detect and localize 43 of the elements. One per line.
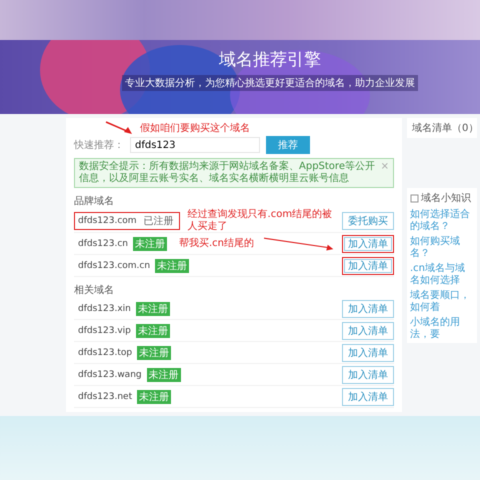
domain-name: dfds123.top [78, 348, 132, 358]
add-to-list-button[interactable]: 加入清单 [342, 256, 394, 274]
tip-link[interactable]: 如何选择适合的域名？ [410, 209, 474, 232]
cart-title: 域名清单（0） [412, 122, 478, 135]
status-tag: 未注册 [155, 258, 190, 272]
domain-name: dfds123.vip [78, 326, 131, 336]
add-to-list-button[interactable]: 委托购买 [342, 212, 394, 230]
domain-name: dfds123.cn [78, 238, 128, 248]
annotation-text: 帮我买.cn结尾的 [178, 238, 254, 250]
add-to-list-button[interactable]: 加入清单 [342, 234, 394, 252]
notice-text: 数据安全提示：所有数据均来源于网站域名备案、AppStore等公开信息，以及阿里云账号实名、域名实名横断横明里云账号信息 [79, 161, 376, 185]
banner-subtitle: 专业大数据分析，为您精心挑选更好更适合的域名，助力企业发展 [122, 75, 418, 91]
add-to-list-button[interactable]: 加入清单 [342, 388, 394, 406]
status-tag: 未注册 [136, 324, 170, 338]
close-button[interactable]: × [380, 161, 389, 172]
domain-name: dfds123.wang [78, 370, 142, 380]
add-to-list-button[interactable]: 加入清单 [342, 344, 394, 362]
recommend-button[interactable]: 推荐 [266, 136, 310, 154]
add-to-list-button[interactable]: 加入清单 [342, 300, 394, 318]
banner-title: 域名推荐引擎 [219, 49, 321, 71]
status-tag: 未注册 [136, 302, 170, 316]
tip-link[interactable]: 如何购买域名？ [410, 236, 474, 259]
domain-name: dfds123.xin [78, 304, 131, 314]
domain-name: dfds123.com.cn [78, 260, 150, 270]
status-tag: 未注册 [137, 346, 172, 360]
annotation-text: 假如咱们要购买这个域名 [140, 122, 250, 135]
tip-link[interactable]: 小域名的用法，要 [410, 317, 474, 340]
tip-link[interactable]: 域名要顺口，如何着 [410, 290, 474, 313]
status-tag: 未注册 [137, 390, 172, 404]
tip-link[interactable]: .cn域名与域名如何选择 [410, 263, 474, 286]
search-field[interactable]: dfds123 [130, 137, 260, 153]
search-label: 快速推荐： [74, 138, 124, 152]
section-heading: 品牌域名 [74, 194, 115, 208]
domain-name: dfds123.com [78, 216, 137, 226]
add-to-list-button[interactable]: 加入清单 [342, 322, 394, 340]
status-tag: 已注册 [142, 214, 176, 228]
section-heading: 相关域名 [74, 284, 115, 297]
status-tag: 未注册 [132, 236, 167, 250]
add-to-list-button[interactable]: 加入清单 [342, 366, 394, 384]
annotation-text: 经过查询发现只有.com结尾的被人买走了 [188, 209, 334, 232]
domain-name: dfds123.net [78, 392, 132, 402]
tips-title: 域名小知识 [421, 192, 471, 205]
status-tag: 未注册 [146, 368, 181, 382]
